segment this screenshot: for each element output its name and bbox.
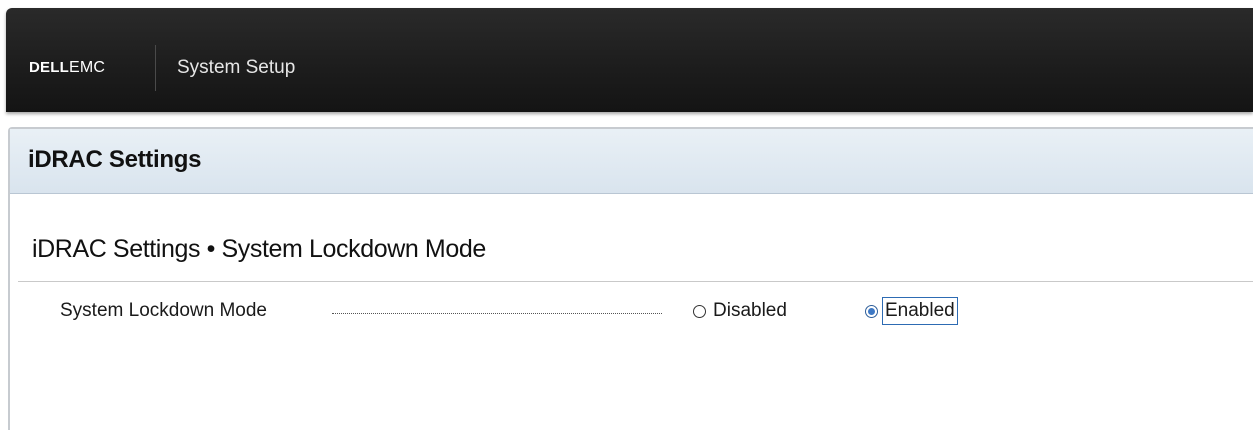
dell-emc-logo: DELLEMC	[29, 55, 105, 81]
radio-disabled-label[interactable]: Disabled	[712, 299, 788, 323]
logo-emc-text: EMC	[68, 59, 106, 76]
header-bar: DELLEMC System Setup	[6, 8, 1253, 112]
app-title: System Setup	[177, 57, 296, 78]
radio-checked-icon[interactable]	[865, 304, 878, 318]
radio-enabled-label[interactable]: Enabled	[882, 297, 958, 325]
system-lockdown-mode-row: System Lockdown Mode Disabled Enabled	[10, 291, 1253, 331]
page-title: iDRAC Settings	[28, 146, 202, 173]
header-divider	[155, 45, 156, 91]
radio-disabled[interactable]: Disabled	[693, 297, 788, 325]
radio-enabled[interactable]: Enabled	[865, 297, 958, 325]
logo-dell-text: DELL	[29, 59, 69, 76]
setting-label: System Lockdown Mode	[60, 300, 267, 321]
section-divider	[18, 281, 1253, 282]
breadcrumb: iDRAC Settings • System Lockdown Mode	[32, 235, 486, 263]
system-setup-page: DELLEMC System Setup iDRAC Settings iDRA…	[0, 0, 1253, 430]
panel-header: iDRAC Settings	[10, 129, 1253, 194]
radio-unchecked-icon[interactable]	[693, 304, 706, 318]
settings-panel: iDRAC Settings iDRAC Settings • System L…	[8, 127, 1253, 430]
dotted-leader	[332, 313, 662, 314]
